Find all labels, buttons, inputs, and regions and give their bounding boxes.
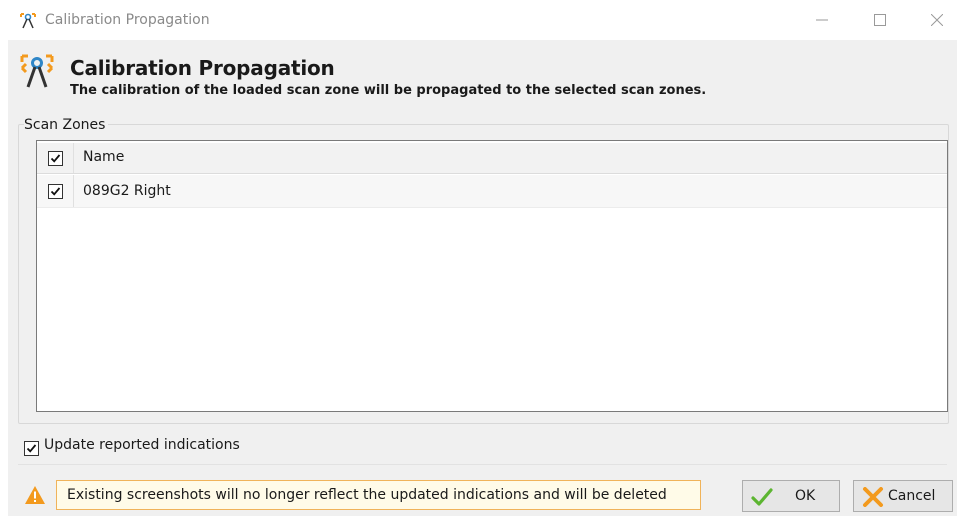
close-button[interactable] [917,6,957,34]
dialog-heading: Calibration Propagation [70,56,335,80]
warning-triangle-icon [24,485,46,505]
column-divider [73,143,74,173]
warning-message: Existing screenshots will no longer refl… [67,487,667,503]
close-icon [931,14,943,26]
green-check-icon [751,487,773,507]
dialog-body: Calibration Propagation The calibration … [8,40,957,516]
maximize-button[interactable] [860,6,900,34]
checkmark-icon [50,187,61,196]
scan-zones-grid[interactable]: Name 089G2 Right [36,140,948,412]
calibration-app-icon [18,11,38,29]
row-checkbox[interactable] [48,184,63,199]
orange-x-icon [862,487,884,507]
select-all-checkbox[interactable] [48,151,63,166]
title-bar: Calibration Propagation [0,0,957,40]
warning-message-box: Existing screenshots will no longer refl… [56,480,701,510]
cancel-button[interactable]: Cancel [853,480,953,512]
footer-divider [18,464,947,465]
ok-button[interactable]: OK [742,480,840,512]
minimize-button[interactable] [802,6,842,34]
column-divider [73,175,74,207]
checkmark-icon [26,444,37,453]
cancel-button-label: Cancel [888,488,936,504]
scan-zones-group-label: Scan Zones [24,117,109,133]
calibration-compass-icon [20,52,54,88]
update-indications-label[interactable]: Update reported indications [44,437,240,453]
maximize-icon [874,14,886,26]
table-row[interactable]: 089G2 Right [37,175,947,208]
window-title: Calibration Propagation [45,12,210,28]
update-indications-checkbox[interactable] [24,441,39,456]
grid-header-row: Name [37,143,947,174]
ok-button-label: OK [795,488,816,504]
scan-zone-name: 089G2 Right [83,183,171,199]
dialog-description: The calibration of the loaded scan zone … [70,83,707,98]
minimize-icon [816,19,828,21]
checkmark-icon [50,154,61,163]
column-header-name[interactable]: Name [83,149,124,165]
